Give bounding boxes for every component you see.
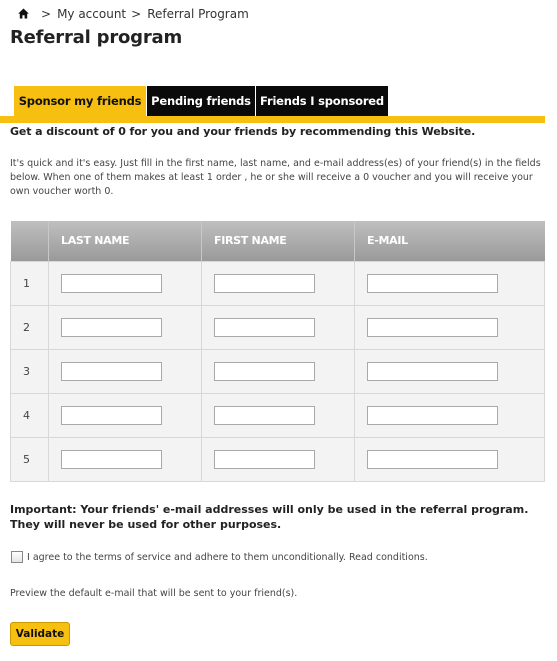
first-name-input[interactable] [214,405,315,425]
last-name-cell [48,392,202,438]
table-row: 1 [10,260,545,306]
first-name-cell [201,260,355,306]
validate-button[interactable]: Validate [10,622,70,646]
row-index: 5 [10,436,49,482]
intro-text: It's quick and it's easy. Just fill in t… [10,158,541,197]
email-cell [354,392,545,438]
email-cell [354,436,545,482]
first-name-input[interactable] [214,273,315,293]
row-index: 4 [10,392,49,438]
last-name-input[interactable] [61,449,162,469]
breadcrumb-current: Referral Program [147,7,249,21]
last-name-cell [48,304,202,350]
tab-friends-i-sponsored[interactable]: Friends I sponsored [256,86,388,116]
tab-underline [0,116,545,123]
row-index: 2 [10,304,49,350]
last-name-input[interactable] [61,317,162,337]
email-cell [354,260,545,306]
last-name-cell [48,348,202,394]
email-cell [354,304,545,350]
breadcrumb-separator: > [41,7,52,21]
tab-sponsor-my-friends[interactable]: Sponsor my friends [14,86,146,116]
agree-row: I agree to the terms of service and adhe… [11,551,428,563]
table-row: 2 [10,304,545,350]
tab-bar: Sponsor my friends Pending friends Frien… [14,86,388,116]
important-notice: Important: Your friends' e-mail addresse… [10,503,529,531]
last-name-input[interactable] [61,405,162,425]
breadcrumb: > My account > Referral Program [18,7,249,21]
breadcrumb-separator: > [131,7,142,21]
page-title: Referral program [10,27,183,48]
header-index [10,221,49,261]
last-name-input[interactable] [61,273,162,293]
table-header-row: LAST NAME FIRST NAME E-MAIL [10,221,545,261]
friends-table: LAST NAME FIRST NAME E-MAIL 1 2 3 4 5 [10,221,545,482]
table-row: 4 [10,392,545,438]
agree-text[interactable]: I agree to the terms of service and adhe… [27,552,428,563]
table-row: 3 [10,348,545,394]
first-name-cell [201,392,355,438]
last-name-input[interactable] [61,361,162,381]
preview-email-link[interactable]: Preview the default e-mail that will be … [10,588,297,599]
row-index: 1 [10,260,49,306]
tab-pending-friends[interactable]: Pending friends [147,86,255,116]
first-name-cell [201,348,355,394]
discount-text: Get a discount of 0 for you and your fri… [10,125,476,138]
last-name-cell [48,436,202,482]
first-name-cell [201,436,355,482]
email-input[interactable] [367,317,498,337]
row-index: 3 [10,348,49,394]
email-cell [354,348,545,394]
breadcrumb-my-account-link[interactable]: My account [57,7,126,21]
first-name-input[interactable] [214,317,315,337]
last-name-cell [48,260,202,306]
email-input[interactable] [367,273,498,293]
home-icon[interactable] [18,8,29,19]
first-name-input[interactable] [214,361,315,381]
header-email: E-MAIL [354,221,545,261]
header-last-name: LAST NAME [48,221,202,261]
email-input[interactable] [367,449,498,469]
email-input[interactable] [367,361,498,381]
table-row: 5 [10,436,545,482]
first-name-cell [201,304,355,350]
first-name-input[interactable] [214,449,315,469]
email-input[interactable] [367,405,498,425]
header-first-name: FIRST NAME [201,221,355,261]
agree-checkbox[interactable] [11,551,23,563]
